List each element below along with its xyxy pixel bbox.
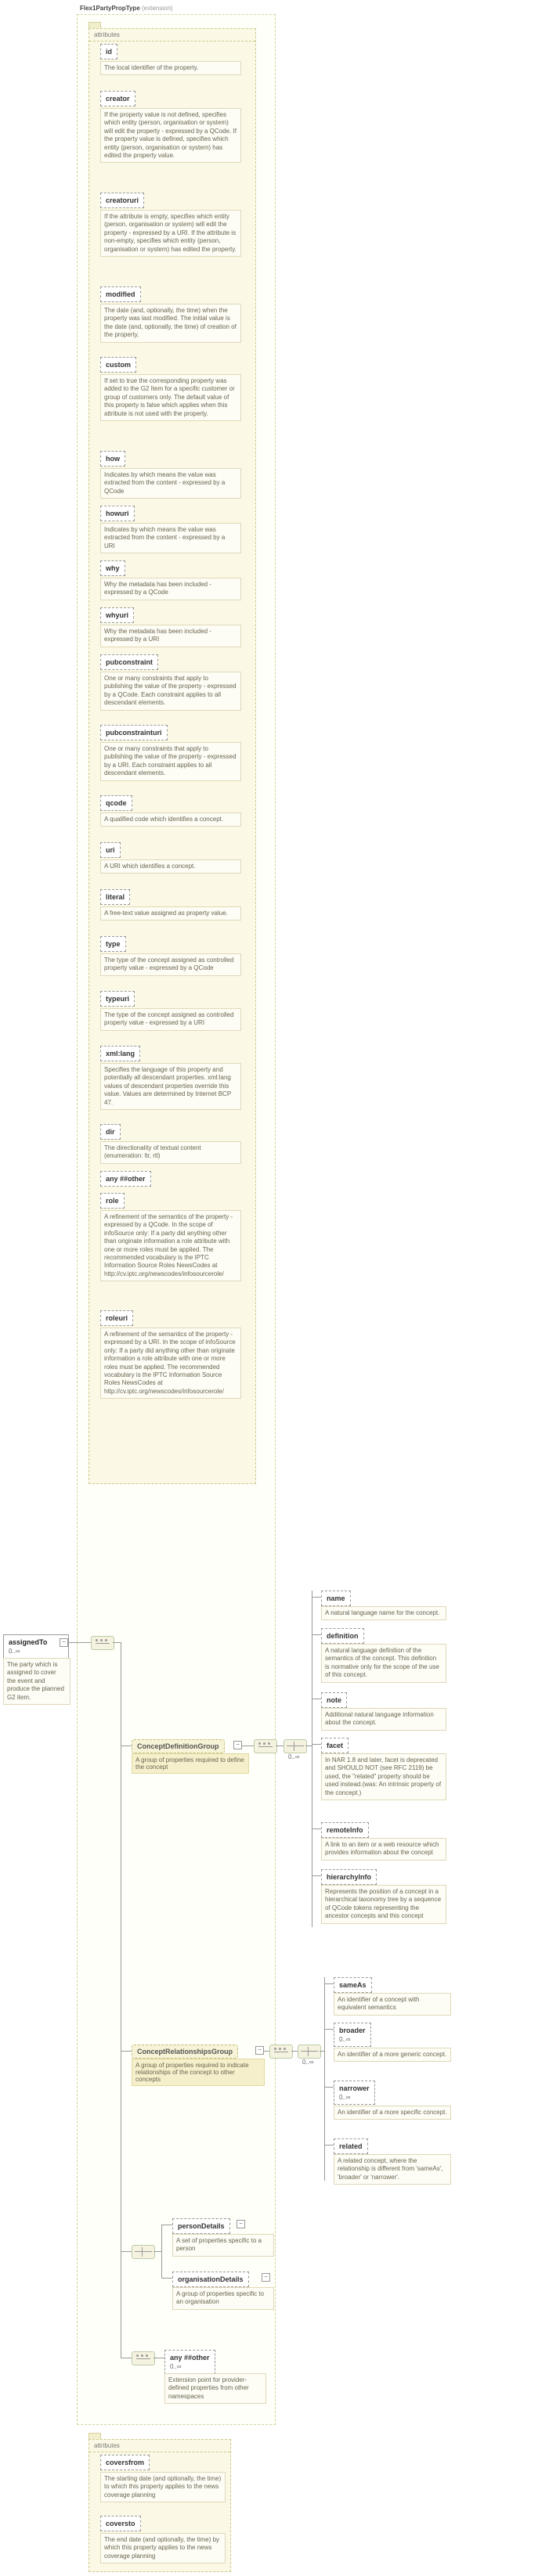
attr-type[interactable]: type [100, 936, 126, 952]
element-broader[interactable]: broader0..∞ [334, 2023, 371, 2047]
doc-attr-coversfrom: The starting date (and optionally, the t… [100, 2472, 226, 2502]
attr-literal[interactable]: literal [100, 889, 130, 905]
element-sameAs[interactable]: sameAs [334, 1977, 372, 1993]
seq-root [91, 1636, 114, 1650]
attr-custom[interactable]: custom [100, 357, 136, 373]
attr-any-other[interactable]: any ##other [100, 1171, 151, 1187]
attr-dir[interactable]: dir [100, 1124, 121, 1140]
element-definition[interactable]: definition [321, 1628, 364, 1644]
doc-name: A natural language name for the concept. [321, 1606, 446, 1620]
seq-cdg [254, 1739, 277, 1753]
element-related[interactable]: related [334, 2138, 368, 2154]
choice-crg [298, 2045, 321, 2059]
card-cdg: 0..∞ [288, 1753, 300, 1760]
doc-attr-coversto: The end date (and optionally, the time) … [100, 2533, 226, 2563]
choice-cdg [284, 1739, 307, 1753]
doc-remoteInfo: A link to an item or a web resource whic… [321, 1838, 446, 1861]
card-crg: 0..∞ [302, 2059, 314, 2066]
group-ConceptDefinitionGroup[interactable]: ConceptDefinitionGroup [132, 1739, 225, 1753]
doc-attr-pubconstrainturi: One or many constraints that apply to pu… [100, 742, 241, 781]
attr-modified[interactable]: modified [100, 286, 141, 302]
attr-coversfrom[interactable]: coversfrom [100, 2455, 150, 2470]
diagram-canvas: Flex1PartyPropType (extension) assignedT… [0, 0, 549, 2576]
doc-related: A related concept, where the relationshi… [334, 2154, 451, 2185]
element-personDetails[interactable]: personDetails [172, 2218, 230, 2234]
doc-attr-xml-lang: Specifies the language of this property … [100, 1063, 241, 1110]
doc-attr-creator: If the property value is not defined, sp… [100, 108, 241, 163]
attr-howuri[interactable]: howuri [100, 506, 135, 521]
attr-roleuri[interactable]: roleuri [100, 1310, 133, 1326]
doc-attr-how: Indicates by which means the value was e… [100, 468, 241, 499]
doc-hierarchyInfo: Represents the position of a concept in … [321, 1885, 446, 1924]
group-ConceptRelationshipsGroup[interactable]: ConceptRelationshipsGroup [132, 2045, 238, 2059]
attr-coversto[interactable]: coversto [100, 2516, 141, 2531]
element-organisationDetails[interactable]: organisationDetails [172, 2272, 249, 2287]
doc-attr-why: Why the metadata has been included - exp… [100, 578, 241, 600]
doc-attr-literal: A free-text value assigned as property v… [100, 906, 241, 921]
choice-pd-od [132, 2245, 155, 2259]
doc-attr-typeuri: The type of the concept assigned as cont… [100, 1008, 241, 1031]
doc-attr-custom: If set to true the corresponding propert… [100, 374, 241, 421]
doc-broader: An identifier of a more generic concept. [334, 2048, 451, 2062]
attr-creator[interactable]: creator [100, 91, 135, 106]
attr-pubconstrainturi[interactable]: pubconstrainturi [100, 725, 168, 740]
doc-attr-role: A refinement of the semantics of the pro… [100, 1210, 241, 1281]
element-narrower[interactable]: narrower0..∞ [334, 2081, 375, 2105]
doc-narrower: An identifier of a more specific concept… [334, 2106, 451, 2120]
attr-qcode[interactable]: qcode [100, 795, 132, 811]
element-name[interactable]: name [321, 1591, 351, 1606]
doc-definition: A natural language definition of the sem… [321, 1644, 446, 1683]
doc-personDetails: A set of properties specific to a person [172, 2234, 274, 2257]
attr-uri[interactable]: uri [100, 842, 121, 858]
doc-attr-modified: The date (and, optionally, the time) whe… [100, 304, 241, 343]
attr-xml-lang[interactable]: xml:lang [100, 1046, 140, 1061]
doc-attr-whyuri: Why the metadata has been included - exp… [100, 625, 241, 647]
doc-note: Additional natural language information … [321, 1708, 446, 1731]
attr-creatoruri[interactable]: creatoruri [100, 193, 144, 208]
doc-attr-roleuri: A refinement of the semantics of the pro… [100, 1328, 241, 1399]
expand-organisationDetails[interactable] [262, 2273, 270, 2282]
doc-attr-pubconstraint: One or many constraints that apply to pu… [100, 672, 241, 711]
doc-attr-creatoruri: If the attribute is empty, specifies whi… [100, 210, 241, 257]
attr-whyuri[interactable]: whyuri [100, 607, 134, 623]
doc-attr-type: The type of the concept assigned as cont… [100, 953, 241, 976]
attr-id[interactable]: id [100, 44, 117, 59]
attr-role[interactable]: role [100, 1193, 125, 1209]
doc-cdg: A group of properties required to define… [132, 1753, 249, 1774]
seq-crg [269, 2045, 293, 2059]
element-any-other[interactable]: any ##other 0..∞ [164, 2350, 215, 2374]
doc-attr-dir: The directionality of textual content (e… [100, 1141, 241, 1164]
attributes-label-2: attributes [89, 2440, 230, 2452]
element-remoteInfo[interactable]: remoteInfo [321, 1822, 369, 1838]
doc-attr-qcode: A qualified code which identifies a conc… [100, 812, 241, 827]
doc-organisationDetails: A group of properties specific to an org… [172, 2287, 274, 2310]
attr-why[interactable]: why [100, 560, 125, 576]
element-hierarchyInfo[interactable]: hierarchyInfo [321, 1869, 377, 1885]
attr-typeuri[interactable]: typeuri [100, 991, 135, 1007]
doc-sameAs: An identifier of a concept with equivale… [334, 1993, 451, 2016]
attr-how[interactable]: how [100, 451, 125, 467]
seq-any [132, 2351, 155, 2365]
doc-attr-howuri: Indicates by which means the value was e… [100, 523, 241, 553]
element-facet[interactable]: facet [321, 1738, 349, 1753]
doc-assignedTo: The party which is assigned to cover the… [3, 1658, 70, 1705]
attributes-label-1: attributes [89, 29, 255, 41]
doc-any-other: Extension point for provider-defined pro… [164, 2373, 266, 2404]
doc-attr-id: The local identifier of the property. [100, 61, 241, 75]
doc-facet: In NAR 1.8 and later, facet is deprecate… [321, 1753, 446, 1800]
element-note[interactable]: note [321, 1692, 347, 1708]
attr-pubconstraint[interactable]: pubconstraint [100, 654, 158, 670]
type-header: Flex1PartyPropType (extension) [80, 5, 173, 12]
expand-personDetails[interactable] [237, 2220, 245, 2228]
doc-attr-uri: A URI which identifies a concept. [100, 859, 241, 874]
doc-crg: A group of properties required to indica… [132, 2059, 265, 2086]
